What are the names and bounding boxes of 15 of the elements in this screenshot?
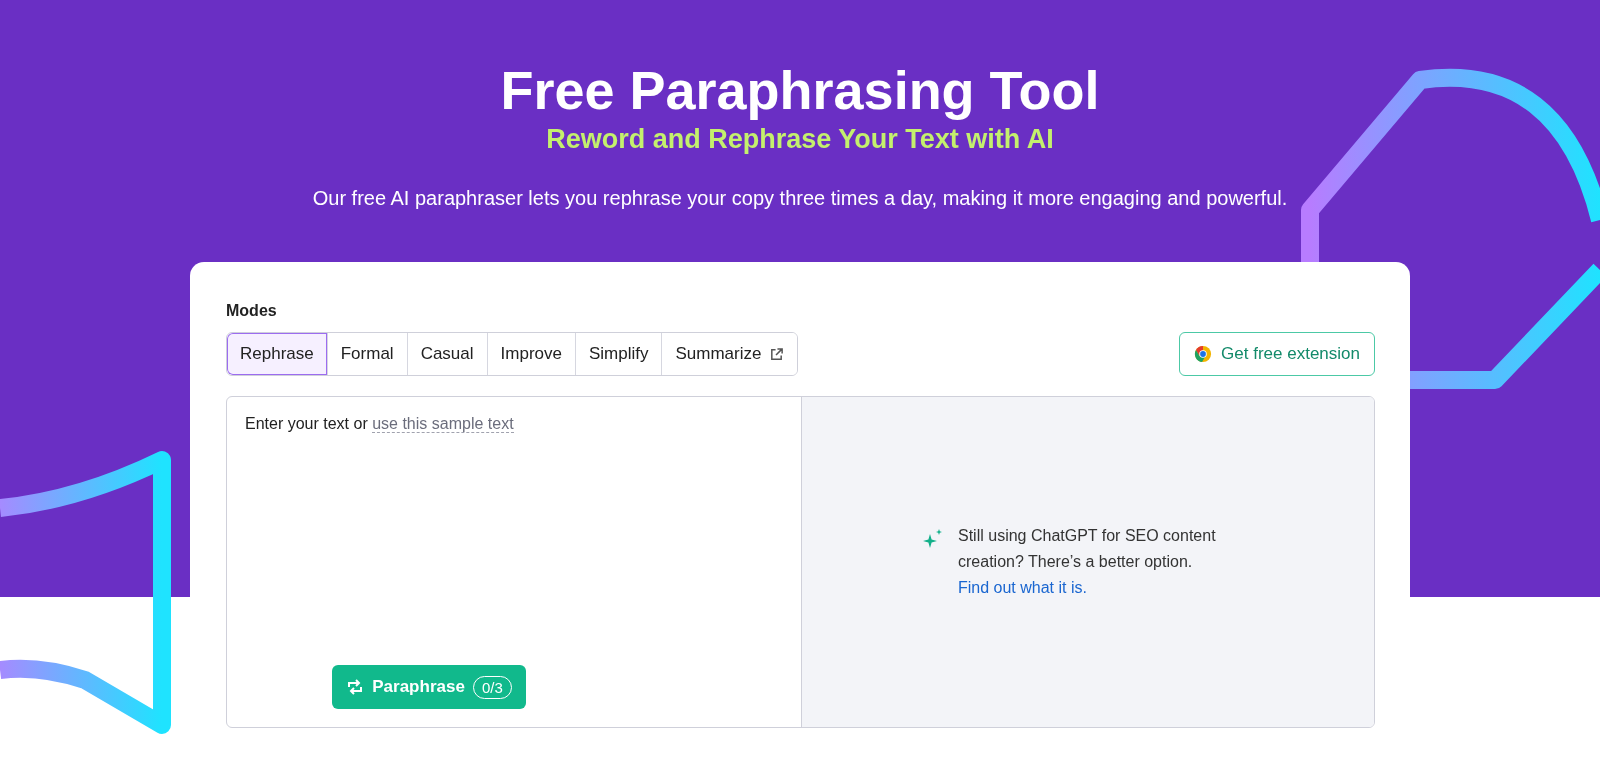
get-extension-button[interactable]: Get free extension [1179,332,1375,376]
mode-tab[interactable]: Summarize [661,333,798,375]
external-link-icon [769,346,785,362]
page-subtitle: Reword and Rephrase Your Text with AI [546,124,1054,155]
page-title: Free Paraphrasing Tool [500,59,1100,122]
chrome-logo-icon [1194,345,1213,363]
description-text: Our free AI paraphraser lets you rephrase your copy three times a day, making it more engaging and powerful. [312,187,1288,210]
sample-text-link[interactable]: use this sample text [372,415,514,433]
text-input-area[interactable]: Enter your text or use this sample text Paraphrase 0/3 [227,397,802,727]
promo-message: Still using ChatGPT for SEO content creation? There’s a better option. Find out what it is. [958,526,1217,598]
modes-label: Modes [226,302,278,320]
mode-tab[interactable]: Rephrase [227,333,327,375]
repeat-icon [346,678,365,696]
find-out-link[interactable]: Find out what it is. [958,579,1087,596]
input-prompt: Enter your text or use this sample text [245,415,514,433]
